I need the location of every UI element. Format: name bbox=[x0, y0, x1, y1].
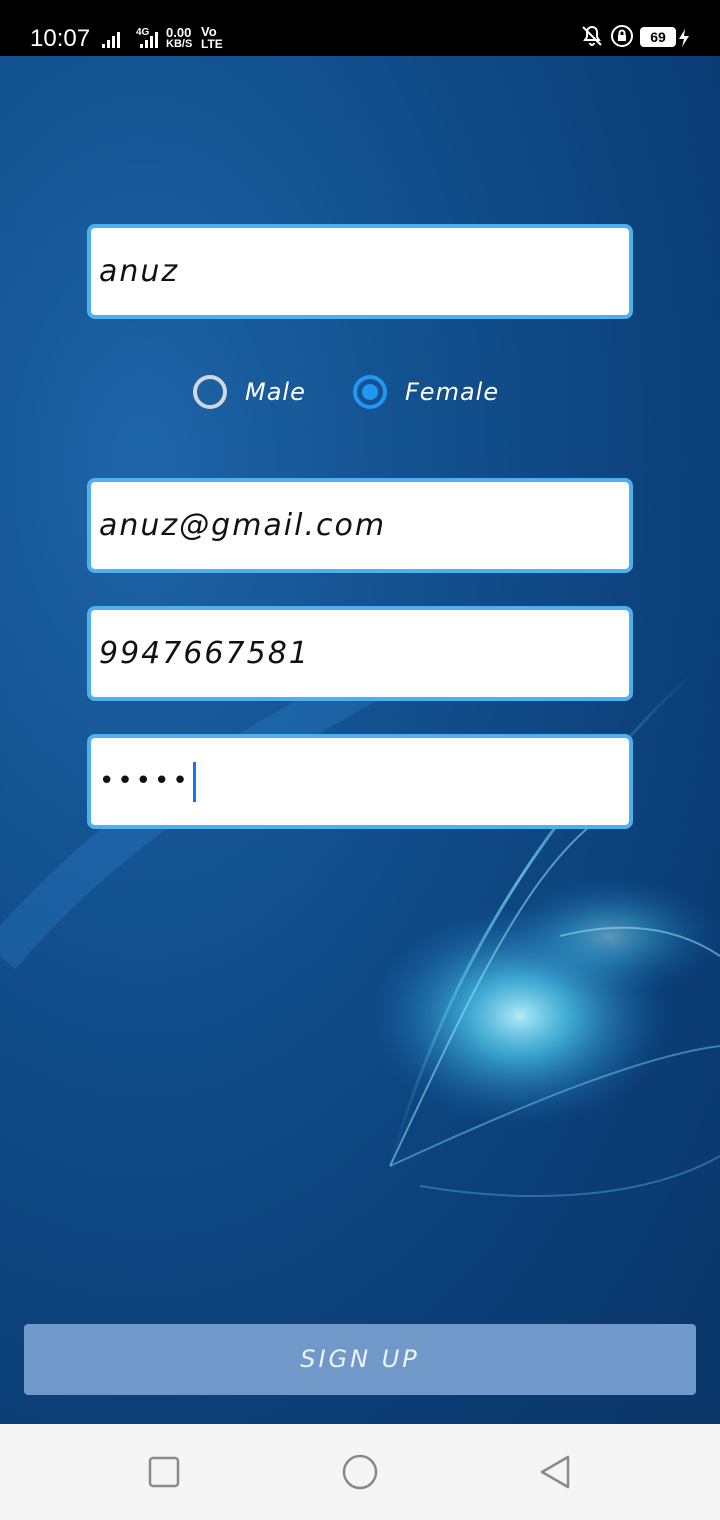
phone-value: 9947667581 bbox=[99, 636, 310, 671]
password-masked-value: ••••• bbox=[99, 766, 191, 796]
gender-female-radio[interactable]: Female bbox=[353, 371, 499, 413]
signup-screen: anuz Male Female anuz@gmail.com 99476675… bbox=[0, 56, 720, 1424]
gender-male-label: Male bbox=[245, 378, 306, 406]
square-icon[interactable] bbox=[144, 1452, 184, 1492]
screen: 10:07 4G 0.00 KB/S Vo LTE 69 anuz Male F… bbox=[0, 0, 720, 1520]
gender-female-label: Female bbox=[405, 378, 500, 406]
battery-icon: 69 bbox=[640, 27, 676, 47]
circle-icon[interactable] bbox=[340, 1452, 380, 1492]
name-value: anuz bbox=[99, 254, 180, 289]
battery-level: 69 bbox=[650, 29, 666, 45]
volte-bottom: LTE bbox=[201, 37, 223, 51]
text-caret bbox=[192, 761, 196, 802]
triangle-back-icon[interactable] bbox=[536, 1452, 576, 1492]
signup-button[interactable]: SIGN UP bbox=[24, 1324, 696, 1395]
signal-strength-icon bbox=[102, 28, 120, 48]
phone-field[interactable]: 9947667581 bbox=[87, 606, 633, 701]
bell-off-icon bbox=[582, 25, 602, 46]
gender-male-radio[interactable]: Male bbox=[193, 371, 306, 413]
password-field[interactable]: ••••• bbox=[87, 734, 633, 829]
email-field[interactable]: anuz@gmail.com bbox=[87, 478, 633, 573]
status-time: 10:07 bbox=[30, 25, 91, 52]
charging-bolt-icon bbox=[679, 29, 689, 47]
password-field-content: ••••• bbox=[99, 738, 196, 825]
radio-checked-icon bbox=[353, 375, 387, 409]
radio-unchecked-icon bbox=[193, 375, 227, 409]
rotation-lock-icon bbox=[611, 25, 633, 47]
gender-radio-group: Male Female bbox=[193, 371, 533, 413]
status-bar: 10:07 4G 0.00 KB/S Vo LTE 69 bbox=[0, 0, 720, 56]
signal-strength-icon-2 bbox=[140, 28, 158, 48]
email-value: anuz@gmail.com bbox=[99, 508, 387, 543]
data-speed-unit: KB/S bbox=[166, 38, 193, 50]
navigation-bar bbox=[0, 1424, 720, 1520]
name-field[interactable]: anuz bbox=[87, 224, 633, 319]
